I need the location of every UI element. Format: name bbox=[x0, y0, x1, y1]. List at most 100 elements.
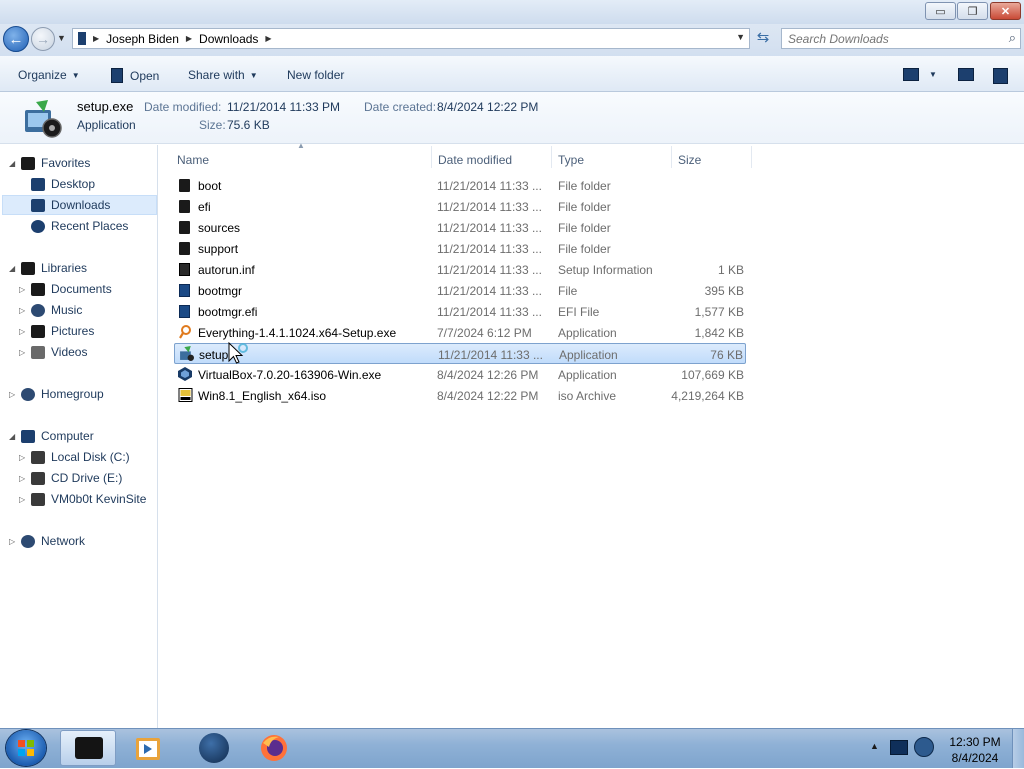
recent-places-icon bbox=[31, 219, 45, 233]
nav-videos[interactable]: ▷ Videos bbox=[19, 342, 87, 362]
expand-arrow-icon[interactable]: ▷ bbox=[19, 453, 31, 462]
show-hidden-icons-button[interactable]: ▲ bbox=[870, 741, 879, 751]
file-type: File folder bbox=[558, 200, 611, 214]
address-bar[interactable]: ▶ Joseph Biden ▶ Downloads ▶ ▼ bbox=[72, 28, 750, 49]
mouse-pointer-busy-icon bbox=[228, 342, 248, 364]
taskbar-media-player[interactable] bbox=[120, 730, 176, 766]
volume-tray-icon[interactable] bbox=[914, 737, 934, 757]
recent-pages-dropdown[interactable]: ▼ bbox=[57, 33, 66, 43]
nav-pictures[interactable]: ▷ Pictures bbox=[19, 321, 94, 341]
chevron-right-icon[interactable]: ▶ bbox=[186, 34, 192, 43]
file-type: iso Archive bbox=[558, 389, 617, 403]
show-desktop-button[interactable] bbox=[1012, 729, 1024, 768]
share-with-button[interactable]: Share with ▼ bbox=[188, 68, 258, 82]
file-row-selected[interactable]: setup 11/21/2014 11:33 ... Application 7… bbox=[174, 343, 746, 364]
column-header-date-modified[interactable]: Date modified bbox=[438, 150, 512, 170]
pictures-icon bbox=[31, 324, 45, 338]
file-row[interactable]: bootmgr.efi 11/21/2014 11:33 ... EFI Fil… bbox=[174, 301, 746, 322]
file-size: 107,669 KB bbox=[681, 368, 744, 382]
taskbar-clock[interactable]: 12:30 PM 8/4/2024 bbox=[940, 734, 1010, 766]
organize-button[interactable]: Organize ▼ bbox=[18, 68, 80, 82]
folder-icon bbox=[179, 242, 190, 255]
file-row[interactable]: support 11/21/2014 11:33 ... File folder bbox=[174, 238, 746, 259]
preview-pane-button[interactable] bbox=[958, 68, 974, 81]
file-row[interactable]: VirtualBox-7.0.20-163906-Win.exe 8/4/202… bbox=[174, 364, 746, 385]
start-button[interactable] bbox=[6, 730, 46, 766]
file-type: EFI File bbox=[558, 305, 600, 319]
collapse-arrow-icon[interactable]: ◢ bbox=[9, 159, 21, 168]
column-header-name[interactable]: Name bbox=[177, 150, 427, 170]
nav-vm-share[interactable]: ▷ VM0b0t KevinSite bbox=[19, 489, 146, 509]
refresh-button[interactable]: ⇆ bbox=[752, 28, 774, 49]
file-type: Setup Information bbox=[558, 263, 653, 277]
nav-homegroup[interactable]: ▷ Homegroup bbox=[9, 384, 104, 404]
taskbar-app[interactable] bbox=[186, 730, 242, 766]
search-box[interactable]: ⌕ bbox=[781, 28, 1021, 49]
open-button[interactable]: Open bbox=[111, 68, 159, 83]
nav-local-disk[interactable]: ▷ Local Disk (C:) bbox=[19, 447, 130, 467]
expand-arrow-icon[interactable]: ▷ bbox=[19, 306, 31, 315]
nav-network[interactable]: ▷ Network bbox=[9, 531, 85, 551]
back-button[interactable]: ← bbox=[3, 26, 29, 52]
taskbar-firefox[interactable] bbox=[246, 730, 302, 766]
details-size-label: Size: bbox=[199, 118, 226, 132]
file-row[interactable]: Win8.1_English_x64.iso 8/4/2024 12:22 PM… bbox=[174, 385, 746, 406]
file-row[interactable]: bootmgr 11/21/2014 11:33 ... File 395 KB bbox=[174, 280, 746, 301]
change-view-button[interactable]: ▼ bbox=[903, 68, 937, 81]
setup-app-icon bbox=[180, 346, 194, 361]
downloads-icon bbox=[31, 198, 45, 212]
column-header-type[interactable]: Type bbox=[558, 150, 584, 170]
expand-arrow-icon[interactable]: ▷ bbox=[19, 348, 31, 357]
help-button[interactable] bbox=[993, 68, 1008, 84]
collapse-arrow-icon[interactable]: ◢ bbox=[9, 264, 21, 273]
chevron-right-icon[interactable]: ▶ bbox=[265, 34, 271, 43]
breadcrumb-downloads[interactable]: Downloads bbox=[199, 32, 258, 46]
hard-drive-icon bbox=[31, 450, 45, 464]
nav-recent-places[interactable]: Recent Places bbox=[31, 216, 128, 236]
nav-favorites-label: Favorites bbox=[41, 156, 91, 170]
nav-libraries[interactable]: ◢ Libraries bbox=[9, 258, 87, 278]
file-row[interactable]: autorun.inf 11/21/2014 11:33 ... Setup I… bbox=[174, 259, 746, 280]
column-divider[interactable] bbox=[751, 146, 752, 168]
file-row[interactable]: Everything-1.4.1.1024.x64-Setup.exe 7/7/… bbox=[174, 322, 746, 343]
file-date: 11/21/2014 11:33 ... bbox=[437, 263, 542, 277]
breadcrumb-user[interactable]: Joseph Biden bbox=[106, 32, 179, 46]
new-folder-button[interactable]: New folder bbox=[287, 68, 344, 82]
file-row[interactable]: sources 11/21/2014 11:33 ... File folder bbox=[174, 217, 746, 238]
search-icon[interactable]: ⌕ bbox=[1009, 30, 1016, 46]
chevron-right-icon[interactable]: ▶ bbox=[93, 34, 99, 43]
search-input[interactable] bbox=[782, 29, 999, 48]
nav-documents[interactable]: ▷ Documents bbox=[19, 279, 112, 299]
expand-arrow-icon[interactable]: ▷ bbox=[19, 474, 31, 483]
nav-desktop[interactable]: Desktop bbox=[31, 174, 95, 194]
expand-arrow-icon[interactable]: ▷ bbox=[19, 327, 31, 336]
collapse-arrow-icon[interactable]: ◢ bbox=[9, 432, 21, 441]
disc-image-icon bbox=[178, 388, 193, 402]
column-divider[interactable] bbox=[551, 146, 552, 168]
column-header-size[interactable]: Size bbox=[678, 150, 701, 170]
network-tray-icon[interactable] bbox=[890, 740, 908, 755]
nav-documents-label: Documents bbox=[51, 282, 112, 296]
maximize-button[interactable]: ❐ bbox=[957, 2, 988, 20]
forward-button[interactable]: → bbox=[31, 27, 55, 51]
expand-arrow-icon[interactable]: ▷ bbox=[9, 390, 21, 399]
expand-arrow-icon[interactable]: ▷ bbox=[19, 285, 31, 294]
nav-downloads[interactable]: Downloads bbox=[31, 195, 110, 215]
close-button[interactable]: ✕ bbox=[990, 2, 1021, 20]
file-row[interactable]: efi 11/21/2014 11:33 ... File folder bbox=[174, 196, 746, 217]
nav-computer[interactable]: ◢ Computer bbox=[9, 426, 94, 446]
nav-favorites[interactable]: ◢ Favorites bbox=[9, 153, 90, 173]
clock-time: 12:30 PM bbox=[949, 735, 1001, 749]
file-row[interactable]: boot 11/21/2014 11:33 ... File folder bbox=[174, 175, 746, 196]
column-divider[interactable] bbox=[671, 146, 672, 168]
file-size: 1,842 KB bbox=[694, 326, 744, 340]
expand-arrow-icon[interactable]: ▷ bbox=[9, 537, 21, 546]
taskbar-explorer[interactable] bbox=[60, 730, 116, 766]
nav-music[interactable]: ▷ Music bbox=[19, 300, 82, 320]
column-divider[interactable] bbox=[431, 146, 432, 168]
file-type: Application bbox=[558, 326, 617, 340]
address-history-dropdown[interactable]: ▼ bbox=[736, 32, 745, 42]
nav-cd-drive[interactable]: ▷ CD Drive (E:) bbox=[19, 468, 122, 488]
minimize-button[interactable]: ▭ bbox=[925, 2, 956, 20]
expand-arrow-icon[interactable]: ▷ bbox=[19, 495, 31, 504]
